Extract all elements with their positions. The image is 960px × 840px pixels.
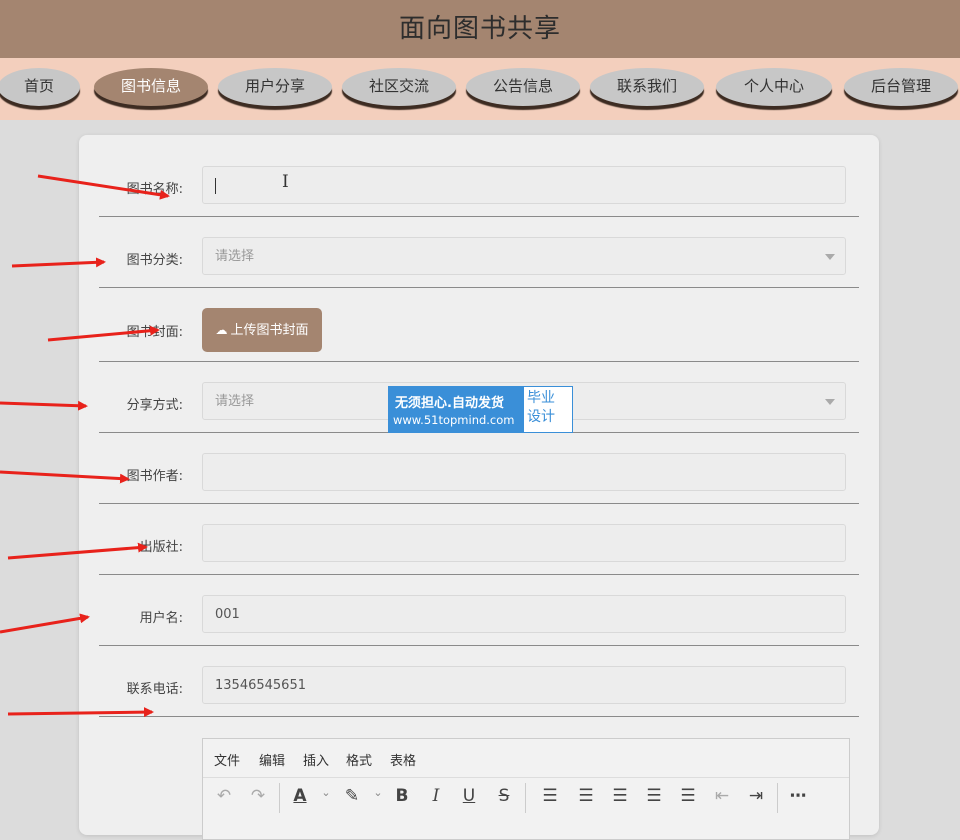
arrow-annotation [7, 542, 148, 560]
arrow-annotation [0, 613, 90, 634]
arrow-annotation [11, 257, 106, 268]
arrow-annotation [0, 470, 130, 484]
arrow-annotation [47, 325, 160, 342]
annotation-arrows [0, 174, 170, 718]
arrow-annotation [7, 707, 154, 718]
arrow-annotation [37, 174, 170, 200]
arrow-annotation [0, 400, 88, 411]
